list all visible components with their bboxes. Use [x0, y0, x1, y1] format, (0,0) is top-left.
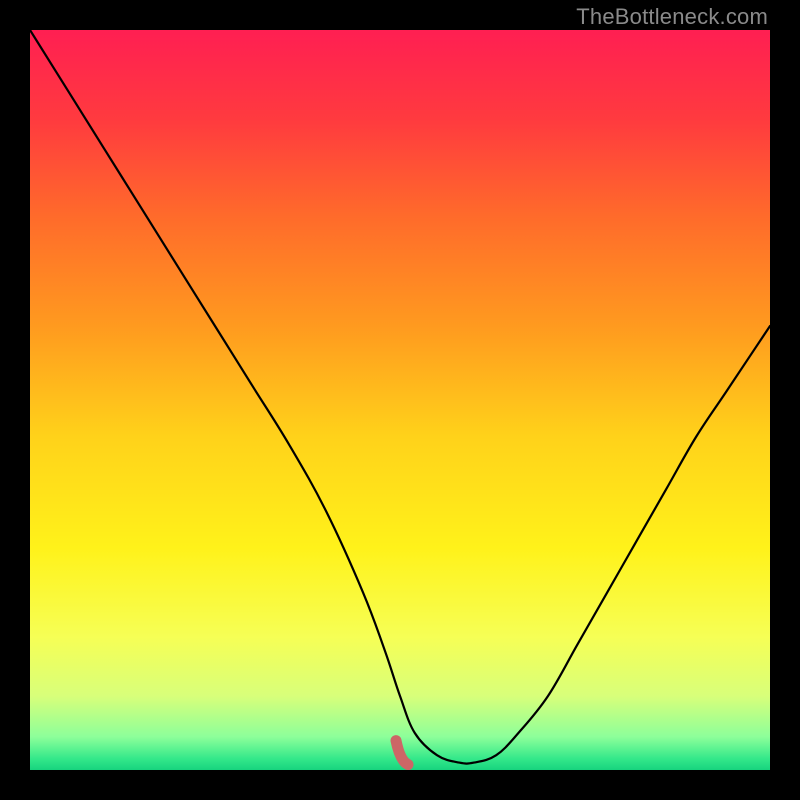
- gradient-background: [30, 30, 770, 770]
- credit-label: TheBottleneck.com: [576, 4, 768, 30]
- bottleneck-chart: [30, 30, 770, 770]
- chart-frame: TheBottleneck.com: [0, 0, 800, 800]
- plot-area: [30, 30, 770, 770]
